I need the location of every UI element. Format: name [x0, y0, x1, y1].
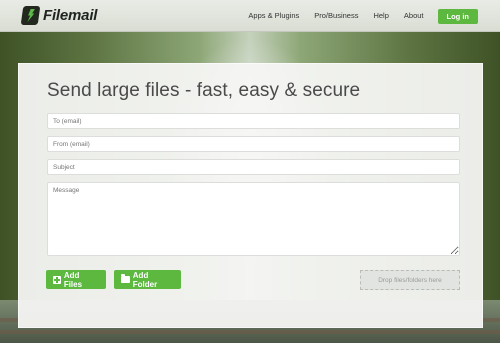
add-folder-button[interactable]: Add Folder	[114, 270, 181, 289]
to-email-input[interactable]	[47, 113, 460, 129]
from-email-input[interactable]	[47, 136, 460, 152]
folder-icon	[121, 274, 130, 283]
send-panel: Send large files - fast, easy & secure A…	[18, 63, 483, 328]
filemail-logo-icon	[20, 6, 41, 25]
top-nav: Apps & Plugins Pro/Business Help About L…	[233, 8, 478, 24]
add-folder-label: Add Folder	[132, 270, 158, 289]
logo-text: Filemail	[43, 7, 98, 24]
message-textarea[interactable]	[47, 182, 460, 256]
nav-apps-plugins[interactable]: Apps & Plugins	[248, 8, 299, 24]
rail-line	[0, 330, 500, 334]
nav-help[interactable]: Help	[373, 8, 388, 24]
subject-input[interactable]	[47, 159, 460, 175]
page-title: Send large files - fast, easy & secure	[47, 80, 361, 101]
drop-zone[interactable]: Drop files/folders here	[360, 270, 460, 290]
filemail-logo[interactable]: Filemail	[20, 6, 98, 25]
login-button[interactable]: Log in	[437, 8, 478, 24]
plus-icon	[53, 275, 61, 284]
top-header: Filemail Apps & Plugins Pro/Business Hel…	[0, 0, 500, 32]
add-files-label: Add Files	[63, 270, 83, 289]
nav-about[interactable]: About	[404, 8, 424, 24]
nav-pro-business[interactable]: Pro/Business	[314, 8, 358, 24]
add-files-button[interactable]: Add Files	[46, 270, 106, 289]
